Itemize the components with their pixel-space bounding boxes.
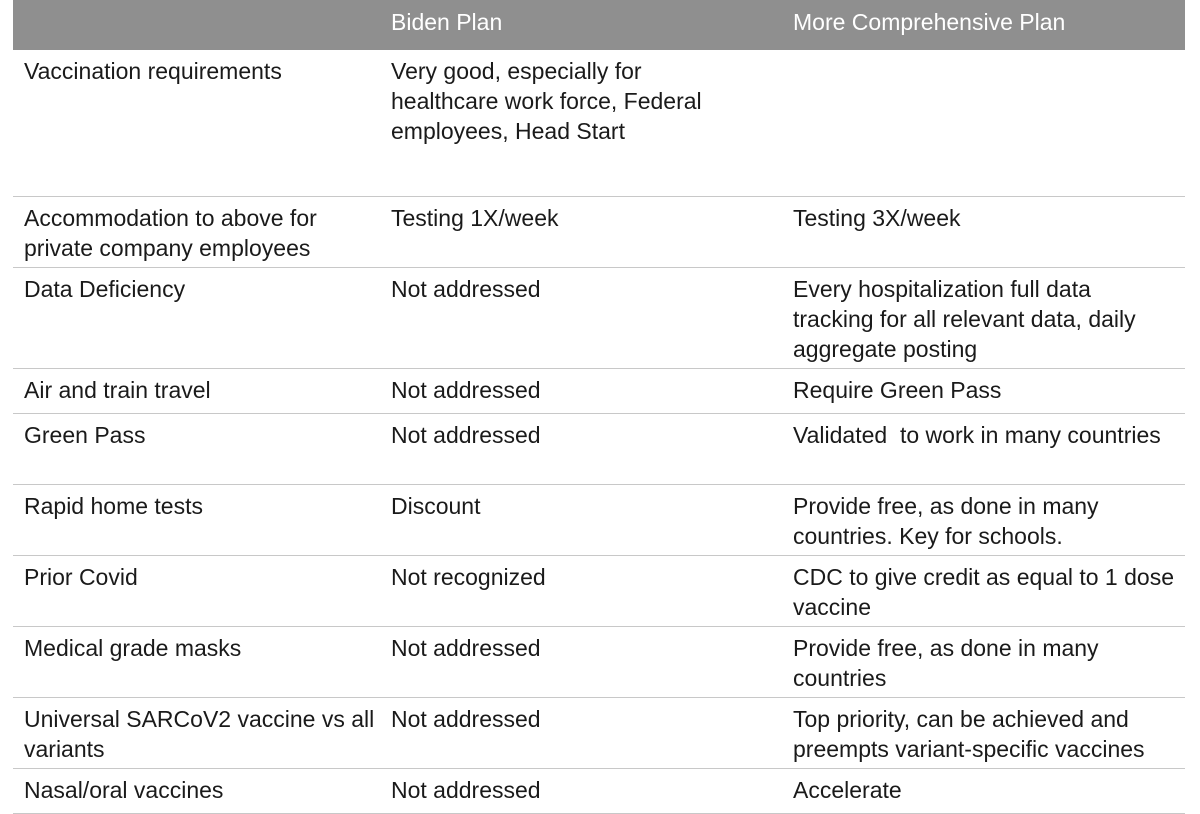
row-biden-cell: Not addressed bbox=[380, 626, 782, 698]
row-biden-cell: Not recognized bbox=[380, 555, 782, 627]
row-biden-cell: Not addressed bbox=[380, 413, 782, 485]
row-biden-cell: Not addressed bbox=[380, 267, 782, 369]
table-row: Medical grade masks Not addressed Provid… bbox=[13, 626, 1185, 698]
comparison-table: Biden Plan More Comprehensive Plan Vacci… bbox=[13, 0, 1185, 814]
table-row: Nasal/oral vaccines Not addressed Accele… bbox=[13, 768, 1185, 814]
row-biden-cell: Not addressed bbox=[380, 768, 782, 814]
table-row: Data Deficiency Not addressed Every hosp… bbox=[13, 267, 1185, 369]
row-comprehensive-cell bbox=[782, 50, 1185, 197]
row-comprehensive-cell: Validated to work in many countries bbox=[782, 413, 1185, 485]
table-row: Accommodation to above for private compa… bbox=[13, 196, 1185, 268]
row-item-cell: Nasal/oral vaccines bbox=[13, 768, 380, 814]
page: Biden Plan More Comprehensive Plan Vacci… bbox=[0, 0, 1200, 814]
table-header-row: Biden Plan More Comprehensive Plan bbox=[13, 0, 1185, 50]
header-cell-item bbox=[13, 0, 380, 50]
row-comprehensive-cell: CDC to give credit as equal to 1 dose va… bbox=[782, 555, 1185, 627]
row-item-cell: Rapid home tests bbox=[13, 484, 380, 556]
row-comprehensive-cell: Require Green Pass bbox=[782, 368, 1185, 414]
row-biden-cell: Not addressed bbox=[380, 368, 782, 414]
row-comprehensive-cell: Accelerate bbox=[782, 768, 1185, 814]
row-item-cell: Vaccination requirements bbox=[13, 50, 380, 197]
header-cell-biden-plan: Biden Plan bbox=[380, 0, 782, 50]
row-comprehensive-cell: Provide free, as done in many countries bbox=[782, 626, 1185, 698]
row-biden-cell: Discount bbox=[380, 484, 782, 556]
row-item-cell: Medical grade masks bbox=[13, 626, 380, 698]
row-item-cell: Universal SARCoV2 vaccine vs all variant… bbox=[13, 697, 380, 769]
header-cell-comprehensive-plan: More Comprehensive Plan bbox=[782, 0, 1185, 50]
row-item-cell: Green Pass bbox=[13, 413, 380, 485]
row-item-cell: Air and train travel bbox=[13, 368, 380, 414]
row-comprehensive-cell: Top priority, can be achieved and preemp… bbox=[782, 697, 1185, 769]
table-row: Green Pass Not addressed Validated to wo… bbox=[13, 413, 1185, 485]
table-row: Universal SARCoV2 vaccine vs all variant… bbox=[13, 697, 1185, 769]
row-item-cell: Data Deficiency bbox=[13, 267, 380, 369]
row-biden-cell: Very good, especially for healthcare wor… bbox=[380, 50, 782, 197]
row-comprehensive-cell: Testing 3X/week bbox=[782, 196, 1185, 268]
row-comprehensive-cell: Every hospitalization full data tracking… bbox=[782, 267, 1185, 369]
row-biden-cell: Not addressed bbox=[380, 697, 782, 769]
table-row: Rapid home tests Discount Provide free, … bbox=[13, 484, 1185, 556]
row-comprehensive-cell: Provide free, as done in many countries.… bbox=[782, 484, 1185, 556]
row-item-cell: Accommodation to above for private compa… bbox=[13, 196, 380, 268]
table-row: Vaccination requirements Very good, espe… bbox=[13, 50, 1185, 197]
row-biden-cell: Testing 1X/week bbox=[380, 196, 782, 268]
row-item-cell: Prior Covid bbox=[13, 555, 380, 627]
table-row: Prior Covid Not recognized CDC to give c… bbox=[13, 555, 1185, 627]
table-row: Air and train travel Not addressed Requi… bbox=[13, 368, 1185, 414]
